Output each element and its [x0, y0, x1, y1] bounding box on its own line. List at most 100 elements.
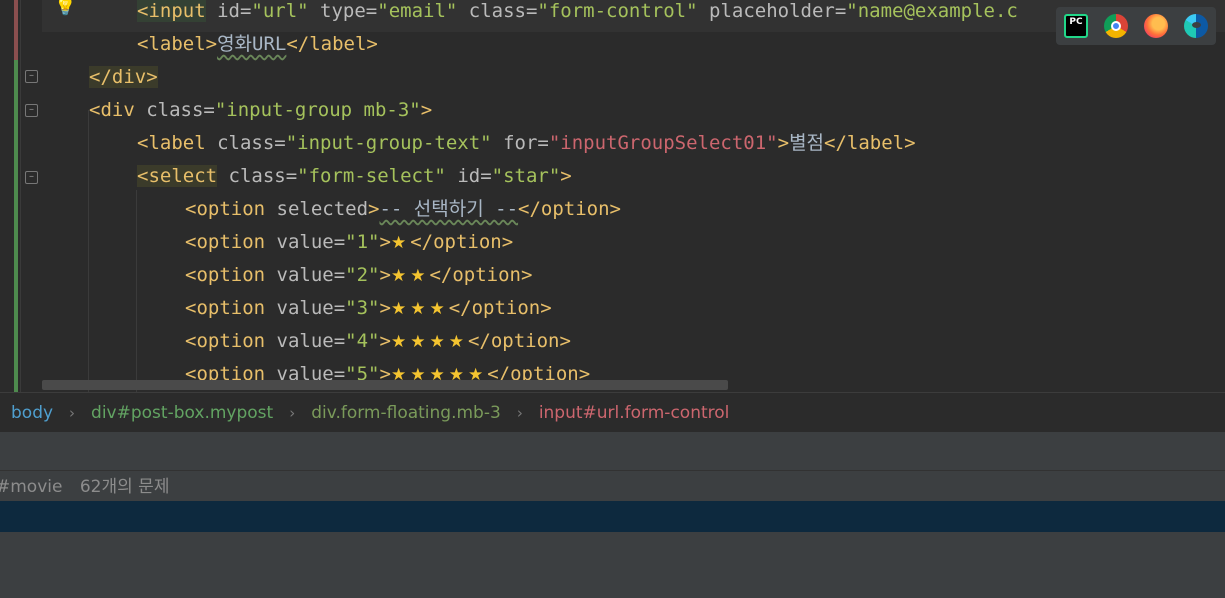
code-token: </label>: [286, 33, 378, 55]
code-line[interactable]: <label>영화URL</label>: [42, 32, 1225, 65]
code-token: id=: [445, 165, 492, 187]
firefox-icon[interactable]: [1144, 14, 1168, 38]
code-token: </label>: [824, 132, 916, 154]
code-line[interactable]: <div class="input-group mb-3">: [42, 98, 1225, 131]
star-icon: ★: [390, 299, 407, 319]
code-token: "inputGroupSelect01": [548, 132, 778, 154]
horizontal-scrollbar[interactable]: [42, 380, 728, 390]
code-token: <input: [137, 0, 206, 22]
code-line[interactable]: </div>: [42, 65, 1225, 98]
code-line[interactable]: <option value="2">★ ★ </option>: [42, 263, 1225, 296]
code-token: >: [379, 297, 391, 319]
code-token: class=: [205, 132, 286, 154]
code-line[interactable]: <input id="url" type="email" class="form…: [42, 0, 1225, 32]
change-marker-added: [14, 60, 18, 392]
code-token: >: [560, 165, 572, 187]
browser-preview-bar: PC: [1056, 7, 1216, 45]
code-line-text: <select class="form-select" id="star">: [137, 164, 572, 189]
star-icon: ★: [390, 233, 407, 253]
code-token: "2": [345, 264, 380, 286]
problems-count: 62개의 문제: [79, 477, 170, 497]
star-icon: ★: [429, 332, 445, 352]
change-marker-modified: [14, 0, 18, 60]
edge-icon[interactable]: [1184, 14, 1208, 38]
problems-panel-toolbar: [0, 432, 1225, 471]
star-icon: ★: [390, 332, 407, 352]
code-token: </div>: [89, 66, 158, 88]
code-line[interactable]: <option value="3">★ ★ ★ </option>: [42, 296, 1225, 329]
code-token: value=: [265, 297, 346, 319]
code-token: class=: [457, 0, 538, 22]
code-token: <option: [185, 330, 266, 352]
code-line[interactable]: <select class="form-select" id="star">: [42, 164, 1225, 197]
star-icon: ★: [390, 266, 407, 286]
code-line-text: <label>영화URL</label>: [137, 32, 378, 57]
breadcrumb-item-input-url[interactable]: input#url.form-control: [539, 403, 730, 423]
fold-marker-icon[interactable]: –: [25, 104, 38, 117]
chrome-icon[interactable]: [1104, 14, 1128, 38]
code-line-text: <option selected>-- 선택하기 --</option>: [185, 197, 621, 222]
code-token: </option>: [518, 198, 621, 220]
code-token: </option>: [410, 231, 514, 253]
pycharm-icon[interactable]: PC: [1064, 14, 1088, 38]
code-token: 별점: [789, 132, 825, 154]
code-token: "star": [491, 165, 561, 187]
code-token: "input-group-text": [285, 132, 492, 154]
code-token: <option: [185, 198, 266, 220]
fold-marker-icon[interactable]: –: [25, 70, 38, 83]
star-icon: ★: [448, 332, 464, 352]
code-editor[interactable]: – – – <input id="url" type="email" class…: [0, 0, 1225, 392]
code-token: >: [379, 330, 391, 352]
code-line-text: <option value="2">★ ★ </option>: [185, 263, 532, 289]
fold-marker-icon[interactable]: –: [25, 171, 38, 184]
code-token: id=: [205, 0, 252, 22]
code-token: >: [379, 264, 391, 286]
problems-panel-body: [0, 532, 1225, 598]
code-line[interactable]: <option selected>-- 선택하기 --</option>: [42, 197, 1225, 230]
breadcrumb-item-post-box[interactable]: div#post-box.mypost: [91, 403, 273, 423]
code-token: "4": [345, 330, 380, 352]
lightbulb-icon[interactable]: 💡: [54, 0, 76, 17]
code-line-text: </div>: [89, 65, 158, 90]
code-token: <select: [137, 165, 218, 187]
code-token: </option>: [467, 330, 571, 352]
code-token: <div: [89, 99, 135, 121]
problems-header[interactable]: #movie 62개의 문제: [0, 471, 1225, 501]
code-line[interactable]: <option value="1">★ </option>: [42, 230, 1225, 263]
code-token: >: [368, 198, 380, 220]
code-token: "url": [251, 0, 309, 22]
code-token: >: [379, 231, 391, 253]
code-token: "1": [345, 231, 380, 253]
code-token: "email": [377, 0, 458, 22]
code-token: <label: [137, 132, 206, 154]
code-token: "name@example.c: [846, 0, 1018, 22]
code-token: value=: [265, 231, 346, 253]
code-token: <option: [185, 264, 266, 286]
problems-file-name: #movie: [0, 477, 63, 497]
code-token: for=: [491, 132, 549, 154]
code-token: >: [420, 99, 433, 121]
code-line-text: <div class="input-group mb-3">: [89, 98, 432, 123]
code-line-text: <option value="4">★ ★ ★ ★ </option>: [185, 329, 571, 355]
code-line-text: <label class="input-group-text" for="inp…: [137, 131, 916, 156]
breadcrumb-item-body[interactable]: body: [11, 403, 53, 423]
breadcrumb-item-form-floating[interactable]: div.form-floating.mb-3: [311, 403, 501, 423]
code-token: </option>: [429, 264, 533, 286]
code-token: value=: [265, 330, 346, 352]
code-token: <option: [185, 231, 266, 253]
star-icon: ★: [410, 266, 426, 286]
gutter-divider: [20, 0, 21, 392]
star-icon: ★: [429, 299, 445, 319]
chevron-right-icon: ›: [289, 403, 296, 422]
breadcrumb: body › div#post-box.mypost › div.form-fl…: [0, 392, 1225, 432]
code-line[interactable]: <label class="input-group-text" for="inp…: [42, 131, 1225, 164]
code-token: type=: [308, 0, 378, 22]
code-line[interactable]: <option value="4">★ ★ ★ ★ </option>: [42, 329, 1225, 362]
chevron-right-icon: ›: [69, 403, 76, 422]
code-line-text: <option value="1">★ </option>: [185, 230, 513, 256]
problems-selected-row[interactable]: [0, 501, 1225, 532]
code-token: class=: [134, 99, 215, 121]
code-token: selected: [265, 198, 369, 220]
chevron-right-icon: ›: [516, 403, 523, 422]
code-token: 영화URL: [217, 33, 287, 55]
